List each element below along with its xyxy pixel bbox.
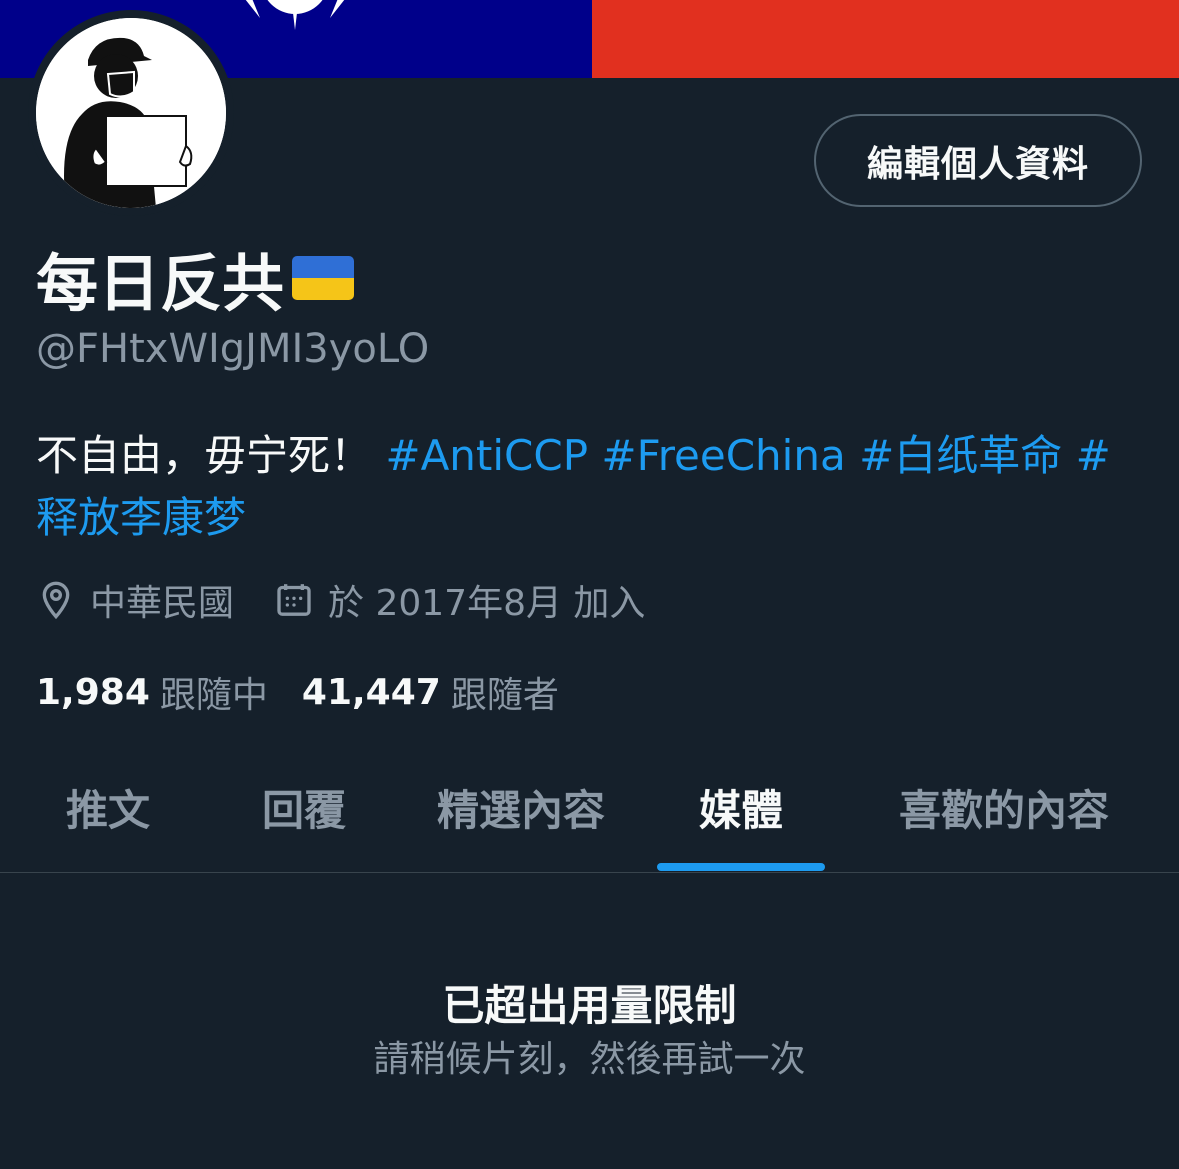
rate-limit-subtitle: 請稍候片刻，然後再試一次 (373, 1039, 806, 1080)
rate-limit-title: 已超出用量限制 (442, 981, 737, 1030)
location-text: 中華民國 (90, 583, 235, 624)
location-pin-icon (42, 581, 70, 620)
protester-avatar-icon (36, 18, 226, 208)
joined-date-text: 於 2017年8月 加入 (328, 583, 646, 624)
hashtag-link[interactable]: #白纸革命 (859, 431, 1062, 480)
banner-sun-icon (245, 0, 345, 30)
following-count[interactable]: 1,984 (36, 672, 150, 713)
edit-profile-button[interactable]: 編輯個人資料 (814, 114, 1142, 207)
user-handle: @FHtxWIgJMI3yoLO (36, 326, 430, 372)
followers-label[interactable]: 跟隨者 (451, 666, 559, 718)
avatar-image (36, 18, 226, 208)
tab-highlights[interactable]: 精選內容 (410, 752, 632, 862)
profile-meta: 中華民國 於 2017年8月 加入 (36, 572, 685, 628)
ukraine-flag-icon (292, 256, 355, 300)
banner-red-field (592, 0, 1179, 78)
tab-media[interactable]: 媒體 (657, 752, 825, 862)
profile-tabs: 推文 回覆 精選內容 媒體 喜歡的內容 (0, 752, 1179, 872)
display-name-text: 每日反共 (36, 247, 285, 320)
followers-count[interactable]: 41,447 (302, 672, 441, 713)
tab-replies[interactable]: 回覆 (224, 752, 384, 862)
active-tab-indicator (657, 863, 825, 871)
profile-bio: 不自由，毋宁死！ #AntiCCP #FreeChina #白纸革命 #释放李康… (36, 425, 1146, 549)
tab-likes[interactable]: 喜歡的內容 (870, 752, 1138, 862)
profile-page: 編輯個人資料 每日反共 @FHtxWIgJMI3yoLO 不自由，毋宁死！ #A… (0, 0, 1179, 1169)
bio-text: 不自由，毋宁死！ (36, 431, 373, 480)
tabs-divider (0, 872, 1179, 873)
hashtag-link[interactable]: #FreeChina (601, 431, 845, 480)
hashtag-link[interactable]: #AntiCCP (385, 431, 588, 480)
calendar-icon (277, 584, 311, 616)
location-info: 中華民國 (36, 574, 234, 626)
follow-counts: 1,984 跟隨中 41,447 跟隨者 (36, 664, 593, 720)
display-name: 每日反共 (36, 240, 355, 320)
avatar[interactable] (28, 10, 234, 216)
tab-tweets[interactable]: 推文 (28, 752, 188, 862)
joined-info: 於 2017年8月 加入 (274, 574, 645, 626)
following-label[interactable]: 跟隨中 (160, 666, 268, 718)
